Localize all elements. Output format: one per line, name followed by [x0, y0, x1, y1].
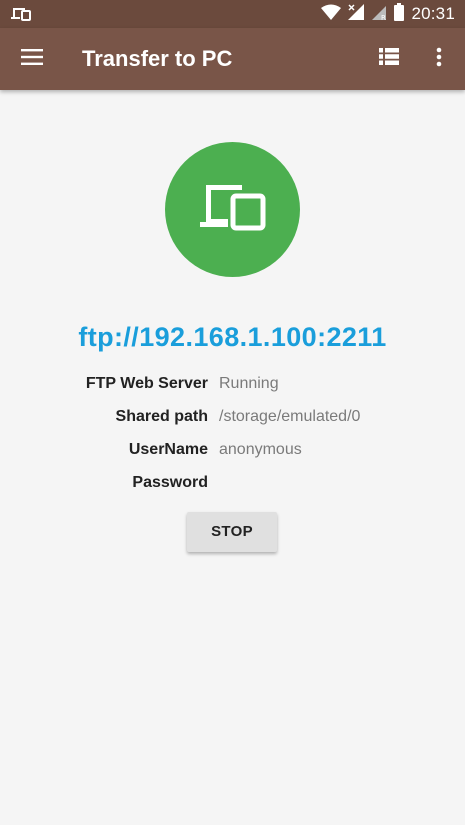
- signal-roaming-icon: R: [371, 3, 387, 26]
- more-vert-icon: [436, 47, 442, 72]
- info-row-username: UserName anonymous: [0, 441, 465, 465]
- server-status-label: FTP Web Server: [85, 375, 208, 392]
- shared-path-label: Shared path: [115, 408, 208, 425]
- signal-icon: [347, 3, 365, 26]
- info-row-shared-path: Shared path /storage/emulated/0: [0, 408, 465, 432]
- transfer-status-circle: [165, 142, 300, 277]
- svg-text:R: R: [381, 14, 386, 21]
- server-status-value: Running: [219, 375, 279, 392]
- status-bar: R 20:31: [0, 0, 465, 28]
- clock: 20:31: [411, 4, 455, 23]
- devices-icon: [10, 5, 32, 23]
- more-options-button[interactable]: [421, 41, 457, 77]
- devices-icon: [198, 183, 268, 236]
- shared-path-value: /storage/emulated/0: [219, 408, 361, 425]
- username-label: UserName: [128, 441, 208, 458]
- list-view-icon: [379, 48, 399, 70]
- app-bar: Transfer to PC: [0, 28, 465, 90]
- stop-button[interactable]: STOP: [187, 512, 277, 552]
- username-value: anonymous: [219, 441, 302, 458]
- server-url[interactable]: ftp://192.168.1.100:2211: [0, 322, 465, 353]
- info-row-password: Password: [0, 474, 465, 498]
- battery-icon: [393, 2, 405, 26]
- info-row-server-status: FTP Web Server Running: [0, 375, 465, 399]
- wifi-icon: [321, 4, 342, 25]
- list-view-button[interactable]: [371, 41, 407, 77]
- menu-icon: [21, 48, 43, 71]
- password-label: Password: [132, 474, 208, 491]
- app-title: Transfer to PC: [82, 46, 233, 71]
- menu-button[interactable]: [12, 41, 52, 77]
